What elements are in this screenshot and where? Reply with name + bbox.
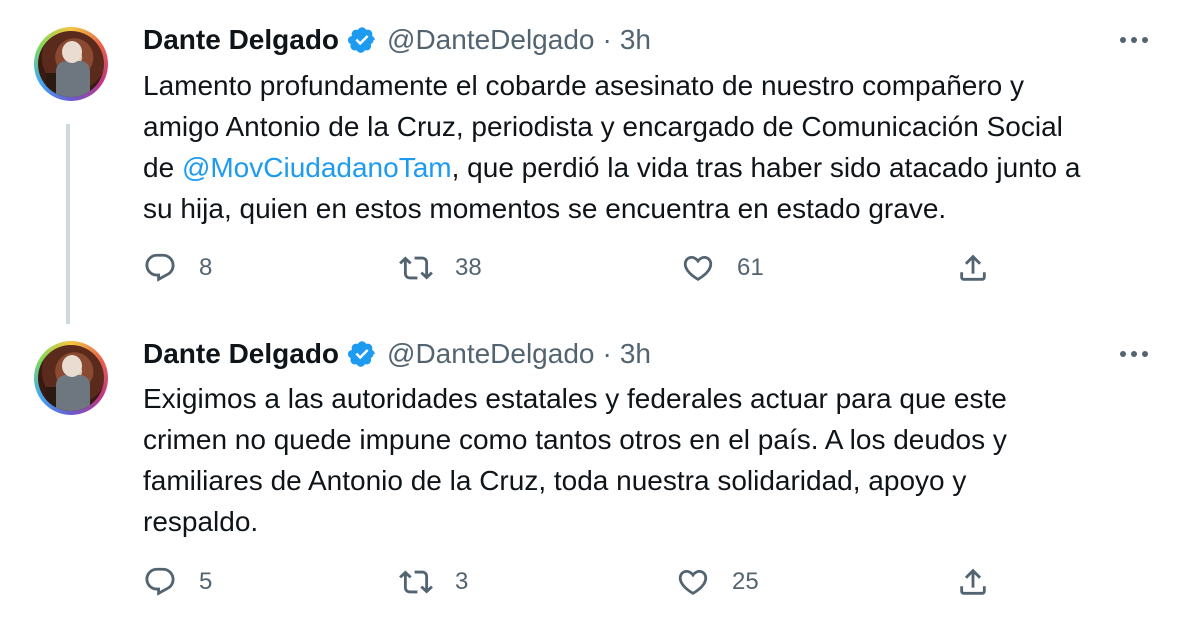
thread-connector-line [66,124,70,324]
retweet-button[interactable]: 3 [399,562,468,602]
author-handle[interactable]: @DanteDelgado [387,338,594,370]
verified-badge-icon [347,341,375,367]
retweet-button[interactable]: 38 [399,248,482,288]
reply-count: 5 [199,568,213,595]
share-icon [960,254,986,281]
tweet-text-line: de @MovCiudadanoTam, que perdió la vida … [143,152,1081,183]
timestamp[interactable]: 3h [620,24,651,56]
tweet-header: Dante Delgado @DanteDelgado · 3h [143,334,651,374]
tweet-actions: 8 38 61 [143,248,1153,288]
share-icon [960,568,986,595]
tweet-text-line: amigo Antonio de la Cruz, periodista y e… [143,111,1063,142]
share-button[interactable] [956,562,990,602]
retweet-icon [399,256,433,280]
tweet[interactable]: Dante Delgado @DanteDelgado · 3h Lamento… [0,0,1180,324]
heart-icon [683,255,713,281]
like-button[interactable]: 25 [676,562,759,602]
tweet-actions: 5 3 25 [143,562,1153,602]
avatar-photo [38,31,104,97]
retweet-icon [399,570,433,594]
separator-dot: · [602,24,612,55]
tweet-text-line: su hija, quien en estos momentos se encu… [143,193,947,224]
like-count: 25 [732,568,759,595]
author-name[interactable]: Dante Delgado [143,338,339,370]
tweet-header: Dante Delgado @DanteDelgado · 3h [143,20,651,60]
reply-button[interactable]: 5 [143,562,212,602]
mention-link[interactable]: @MovCiudadanoTam [182,152,452,183]
reply-icon [145,567,175,596]
tweet-text-line: respaldo. [143,506,259,537]
timestamp[interactable]: 3h [620,338,651,370]
tweet-text: Lamento profundamente el cobarde asesina… [143,65,1153,229]
verified-badge-icon [347,27,375,53]
tweet-text-line: Exigimos a las autoridades estatales y f… [143,383,1007,414]
separator-dot: · [602,338,612,369]
retweet-count: 3 [455,568,469,595]
like-button[interactable]: 61 [681,248,764,288]
reply-button[interactable]: 8 [143,248,212,288]
avatar[interactable] [34,341,108,415]
heart-icon [678,569,708,595]
author-handle[interactable]: @DanteDelgado [387,24,594,56]
like-count: 61 [737,254,764,281]
avatar-photo [38,345,104,411]
share-button[interactable] [956,248,990,288]
retweet-count: 38 [455,254,482,281]
reply-count: 8 [199,254,213,281]
tweet[interactable]: Dante Delgado @DanteDelgado · 3h Exigimo… [0,320,1180,624]
tweet-text-line: crimen no quede impune como tantos otros… [143,424,1007,455]
tweet-text-line: Lamento profundamente el cobarde asesina… [143,70,1025,101]
tweet-text: Exigimos a las autoridades estatales y f… [143,378,1153,542]
more-options-icon[interactable] [1114,342,1154,366]
more-options-icon[interactable] [1114,28,1154,52]
tweet-text-line: familiares de Antonio de la Cruz, toda n… [143,465,967,496]
author-name[interactable]: Dante Delgado [143,24,339,56]
reply-icon [145,253,175,282]
avatar[interactable] [34,27,108,101]
